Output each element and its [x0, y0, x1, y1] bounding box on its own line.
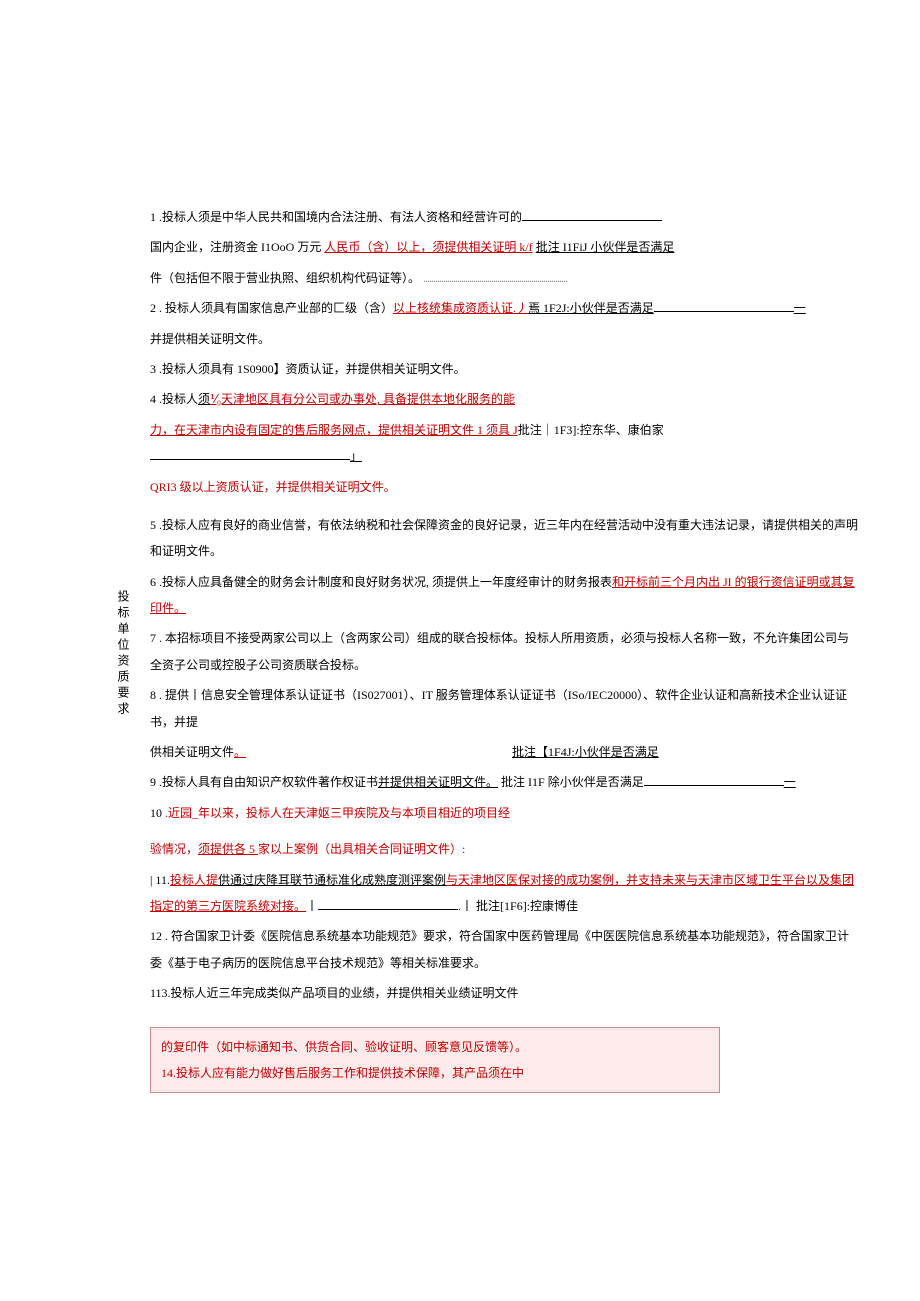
text-underlined-red: ⅟₀天津地区具有分公司或办事处, 具备提供本地化服务的能 — [210, 392, 515, 406]
text-underlined-red: 须提供各 5 — [198, 842, 258, 856]
text-red: 验情况， — [150, 842, 198, 856]
text: 并提供相关证明文件。 — [150, 332, 270, 346]
item-10-line1: 10 .近园_年以来，投标人在天津妪三甲疾院及与本项目相近的项目经 — [150, 800, 860, 826]
text: | 11. — [150, 873, 170, 887]
text: 国内企业，注册资金 I1OoO 万元 — [150, 240, 321, 254]
item-10-line2: 验情况，须提供各 5 家以上案例（出具相关合同证明文件）: — [150, 836, 860, 862]
text-underlined: 供通过庆降耳联节通标准化成熟度测评案例 — [218, 873, 446, 887]
text: 10 — [150, 806, 165, 820]
text: 9 .投标人具有自由知识产权软件著作权证书 — [150, 775, 378, 789]
text-red: QRI3 级以上资质认证， — [150, 480, 276, 494]
comment-annotation: 批注 I1FiJ 小伙伴是否满足 — [536, 240, 675, 254]
dotted-line: ........................................… — [423, 271, 567, 285]
revision-deleted-box: 的复印件（如中标通知书、供货合同、验收证明、顾客意见反馈等）。 14.投标人应有… — [150, 1027, 720, 1094]
item-5: 5 .投标人应有良好的商业信誉，有依法纳税和社会保障资金的良好记录，近三年内在经… — [150, 512, 860, 565]
item-8-line1: 8 . 提供丨信息安全管理体系认证证书（IS027001）、IT 服务管理体系认… — [150, 682, 860, 735]
text-underlined: 须 — [198, 392, 210, 406]
text: 7 . 本招标项目不接受两家公司以上（含两家公司）组成的联合投标体。投标人所用资… — [150, 631, 849, 671]
text-underlined-red: 以上核统集成资质认证.丿 — [393, 301, 528, 315]
text: 5 .投标人应有良好的商业信誉，有依法纳税和社会保障资金的良好记录，近三年内在经… — [150, 518, 858, 558]
text: 件（包括但不限于营业执照、组织机构代码证等）。 — [150, 271, 420, 285]
comment-annotation: 焉 1F2J:小伙伴是否满足 — [528, 301, 654, 315]
item-6: 6 .投标人应具备健全的财务会计制度和良好财务状况, 须提供上一年度经审计的财务… — [150, 569, 860, 622]
text: .丨 — [458, 899, 473, 913]
text: 1 .投标人须是中华人民共和国境内合法注册、有法人资格和经营许可的 — [150, 210, 522, 224]
comment-annotation: 批注 I1F 除小伙伴是否满足 — [501, 775, 644, 789]
blank-underline — [644, 785, 784, 786]
text: 一 — [794, 301, 806, 315]
item-1-line2: 国内企业，注册资金 I1OoO 万元 人民币（含）以上，须提供相关证明 k/f … — [150, 234, 860, 260]
comment-annotation: 批注【1F4J:小伙伴是否满足 — [512, 745, 659, 759]
item-2-line2: 并提供相关证明文件。 — [150, 326, 860, 352]
document-content: 1 .投标人须是中华人民共和国境内合法注册、有法人资格和经营许可的 国内企业，注… — [150, 204, 860, 1093]
item-1-line3: 件（包括但不限于营业执照、组织机构代码证等）。 ................… — [150, 265, 860, 291]
item-4-line3: QRI3 级以上资质认证，并提供相关证明文件。 — [150, 474, 860, 500]
comment-annotation: 批注｜1F3]:控东华、康伯家 — [518, 423, 664, 437]
text: 12 . 符合国家卫计委《医院信息系统基本功能规范》要求，符合国家中医药管理局《… — [150, 929, 849, 969]
item-12: 12 . 符合国家卫计委《医院信息系统基本功能规范》要求，符合国家中医药管理局《… — [150, 923, 860, 976]
text-red-underlined: 。 — [234, 745, 246, 759]
blank-underline — [654, 311, 794, 312]
text: 3 .投标人须具有 1S0900】资质认证，并提供相关证明文件。 — [150, 362, 466, 376]
text: 6 .投标人应具备健全的财务会计制度和良好财务状况, 须提供上一年度经审计的财务… — [150, 575, 612, 589]
text: 4 .投标人 — [150, 392, 198, 406]
item-13: 113.投标人近三年完成类似产品项目的业绩，并提供相关业绩证明文件 — [150, 980, 860, 1006]
text: 丨 — [306, 899, 318, 913]
text: 8 . 提供丨信息安全管理体系认证证书（IS027001）、IT 服务管理体系认… — [150, 688, 847, 728]
text: 一 — [784, 775, 796, 789]
item-4-line2: 力，在天津市内设有固定的售后服务网点，提供相关证明文件 1 须具 J批注｜1F3… — [150, 417, 860, 470]
box-line-2: 14.投标人应有能力做好售后服务工作和提供技术保障，其产品须在中 — [161, 1060, 709, 1086]
box-line-1: 的复印件（如中标通知书、供货合同、验收证明、顾客意见反馈等）。 — [161, 1034, 709, 1060]
comment-annotation: 批注[1F6]:控康博佳 — [476, 899, 578, 913]
side-label-vertical: 投标单位资质要求 — [115, 590, 132, 718]
text-underlined-red: 力，在天津市内设有固定的售后服务网点，提供相关证明文件 1 须具 J — [150, 423, 518, 437]
item-2-line1: 2 . 投标人须具有国家信息产业部的匚级（含）以上核统集成资质认证.丿焉 1F2… — [150, 295, 860, 321]
text: 」 — [350, 449, 362, 463]
document-page: 投标单位资质要求 1 .投标人须是中华人民共和国境内合法注册、有法人资格和经营许… — [0, 0, 920, 1133]
text-underlined-red: 人民币（含）以上，须提供相关证明 k/f — [324, 240, 532, 254]
item-3: 3 .投标人须具有 1S0900】资质认证，并提供相关证明文件。 — [150, 356, 860, 382]
text-underlined-red: 投标人提 — [170, 873, 218, 887]
blank-underline — [150, 459, 350, 460]
text-red: 并提供相关证明文件。 — [276, 480, 396, 494]
text: 2 . 投标人须具有国家信息产业部的匚级（含） — [150, 301, 393, 315]
text: 113.投标人近三年完成类似产品项目的业绩，并提供相关业绩证明文件 — [150, 986, 519, 1000]
text-red: .近园_年以来，投标人在天津妪三甲疾院及与本项目相近的项目经 — [165, 806, 510, 820]
item-11: | 11.投标人提供通过庆降耳联节通标准化成熟度测评案例与天津地区医保对接的成功… — [150, 867, 860, 920]
item-9: 9 .投标人具有自由知识产权软件著作权证书并提供相关证明文件。 批注 I1F 除… — [150, 769, 860, 795]
blank-underline — [522, 220, 662, 221]
item-4-line1: 4 .投标人须⅟₀天津地区具有分公司或办事处, 具备提供本地化服务的能 — [150, 386, 860, 412]
blank-underline-red — [318, 909, 458, 910]
text-underlined: 并提供相关证明文件。 — [378, 775, 498, 789]
item-8-line2: 供相关证明文件。 批注【1F4J:小伙伴是否满足 — [150, 739, 860, 765]
text-red: 家以上案例（出具相关合同证明文件）: — [258, 842, 465, 856]
text: 供相关证明文件 — [150, 745, 234, 759]
item-7: 7 . 本招标项目不接受两家公司以上（含两家公司）组成的联合投标体。投标人所用资… — [150, 625, 860, 678]
item-1-line1: 1 .投标人须是中华人民共和国境内合法注册、有法人资格和经营许可的 — [150, 204, 860, 230]
